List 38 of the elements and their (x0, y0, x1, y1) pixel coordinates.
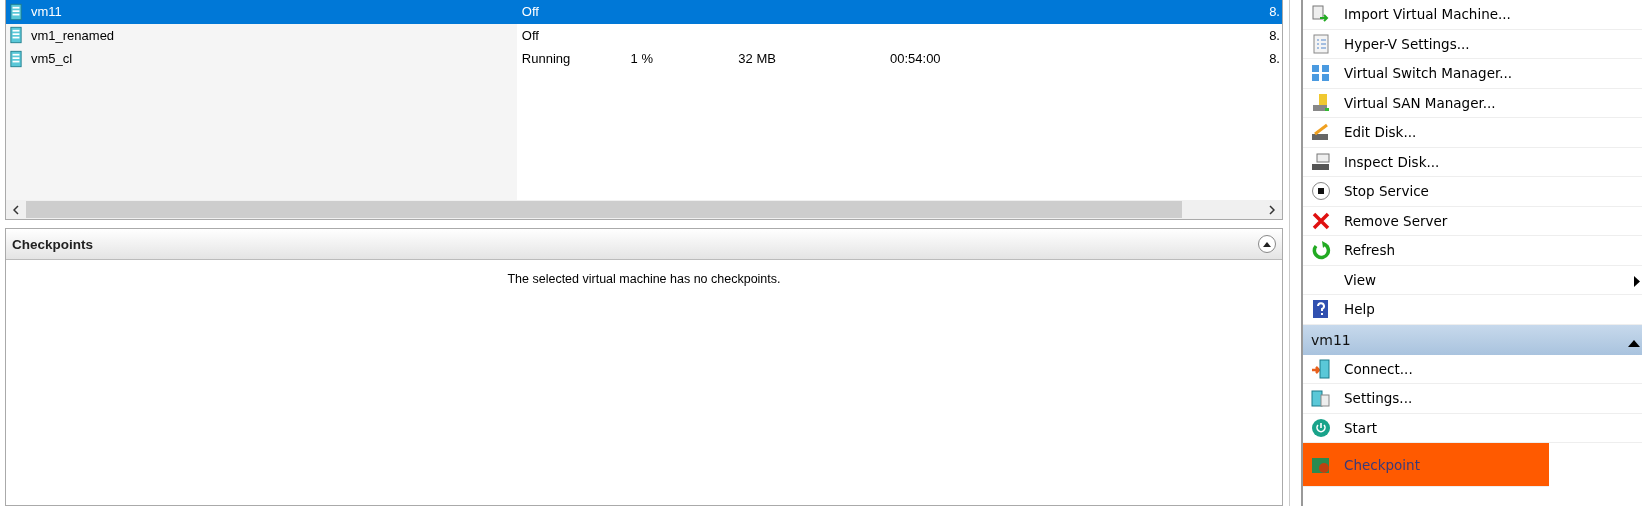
help-icon (1311, 299, 1331, 320)
table-cell: 32 MB (738, 51, 776, 67)
collapse-icon (1263, 241, 1271, 247)
refresh-icon (1311, 240, 1331, 261)
table-cell: 1 % (630, 51, 653, 67)
vm-row[interactable]: vm5_cl Running 1 % 32 MB 00:54:00 8. (6, 47, 1282, 71)
disk-icon (1311, 151, 1331, 172)
vm-row[interactable]: vm11 Off 8. (6, 0, 1282, 24)
horizontal-scrollbar[interactable] (5, 200, 1283, 220)
server-icon (10, 49, 22, 68)
table-cell: Running (521, 51, 571, 67)
vm-name: vm11 (31, 4, 62, 20)
table-cell: Off (521, 4, 539, 20)
server-icon (10, 2, 22, 21)
close-icon (1311, 210, 1331, 231)
table-cell: Off (521, 27, 539, 43)
power-icon (1311, 417, 1331, 438)
stop-icon (1311, 181, 1331, 202)
empty-message: The selected virtual machine has no checkpoints. (506, 271, 782, 286)
scroll-right-icon[interactable] (1269, 204, 1275, 215)
server-icon (10, 26, 22, 45)
panel-title: Checkpoints (12, 236, 93, 252)
table-cell: 8. (1269, 4, 1280, 20)
table-cell: 00:54:00 (890, 51, 941, 67)
storage-icon (1311, 92, 1331, 113)
collapse-button[interactable] (1258, 235, 1276, 253)
table-cell: 8. (1269, 51, 1280, 67)
vm-name: vm5_cl (31, 51, 73, 67)
edit-disk-icon (1311, 122, 1331, 143)
section-title: vm11 (1311, 331, 1351, 348)
connect-icon (1311, 358, 1331, 379)
table-cell: 8. (1269, 27, 1280, 43)
network-switch-icon (1311, 63, 1331, 84)
settings-sheet-icon (1311, 33, 1331, 54)
vm-row[interactable]: vm1_renamed Off 8. (6, 23, 1282, 47)
settings-icon (1311, 388, 1331, 409)
vm-name: vm1_renamed (31, 27, 115, 43)
scroll-left-icon[interactable] (13, 204, 19, 215)
